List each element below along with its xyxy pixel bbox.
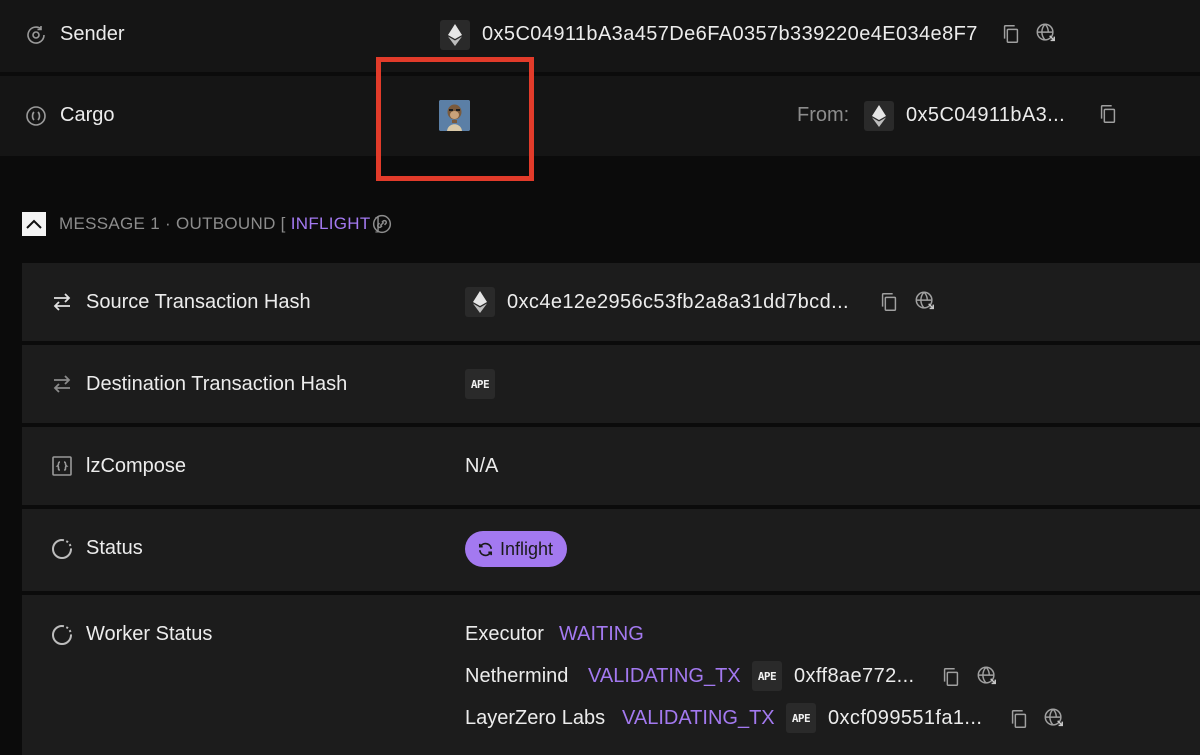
- copy-icon[interactable]: [1008, 708, 1030, 730]
- executor-name: Executor: [465, 623, 544, 645]
- explorer-globe-icon[interactable]: [1043, 707, 1065, 729]
- transfer-arrows-icon: [50, 290, 74, 314]
- cargo-icon: [24, 104, 48, 128]
- collapse-toggle-button[interactable]: [22, 212, 46, 236]
- worker-status-label: Worker Status: [86, 623, 213, 645]
- sender-label: Sender: [60, 23, 125, 45]
- copy-icon[interactable]: [1097, 103, 1119, 125]
- executor-state: WAITING: [559, 623, 644, 645]
- copy-icon[interactable]: [1000, 23, 1022, 45]
- lz-compose-value: N/A: [465, 455, 499, 477]
- lz-compose-label: lzCompose: [86, 455, 187, 477]
- loading-circle-icon: [50, 537, 74, 561]
- chevron-up-icon: [26, 219, 42, 229]
- layerzero-hash[interactable]: 0xcf099551fa1...: [828, 707, 982, 730]
- cargo-label: Cargo: [60, 104, 115, 126]
- highlight-box: [376, 57, 534, 181]
- brackets-icon: [50, 454, 74, 478]
- ape-chain-icon: APE: [752, 661, 782, 691]
- transfer-arrows-icon: [50, 372, 74, 396]
- message-status: INFLIGHT: [290, 214, 371, 233]
- message-prefix: MESSAGE 1 · OUTBOUND [: [59, 214, 286, 233]
- link-icon[interactable]: [372, 214, 392, 234]
- lz-compose-row: lzCompose N/A: [22, 427, 1200, 505]
- loading-circle-icon: [50, 623, 74, 647]
- status-label: Status: [86, 537, 143, 559]
- explorer-globe-icon[interactable]: [976, 665, 998, 687]
- source-tx-label: Source Transaction Hash: [86, 291, 311, 313]
- dest-tx-label: Destination Transaction Hash: [86, 373, 348, 395]
- copy-icon[interactable]: [878, 291, 900, 313]
- status-row: Status Inflight: [22, 509, 1200, 591]
- explorer-globe-icon[interactable]: [914, 290, 936, 312]
- source-tx-hash[interactable]: 0xc4e12e2956c53fb2a8a31dd7bcd...: [507, 291, 849, 314]
- sender-address[interactable]: 0x5C04911bA3a457De6FA0357b339220e4E034e8…: [482, 23, 978, 46]
- ape-chain-icon: APE: [465, 369, 495, 399]
- cargo-row: Cargo From: 0x5C04911bA3...: [0, 57, 1200, 181]
- nethermind-state: VALIDATING_TX: [588, 665, 741, 687]
- ape-chain-icon: APE: [786, 703, 816, 733]
- cargo-from-address[interactable]: 0x5C04911bA3...: [906, 104, 1065, 127]
- nethermind-hash[interactable]: 0xff8ae772...: [794, 665, 914, 688]
- ethereum-chain-icon: [864, 101, 894, 131]
- layerzero-state: VALIDATING_TX: [622, 707, 775, 729]
- refresh-icon: [478, 542, 493, 556]
- sender-icon: [24, 23, 48, 47]
- dest-tx-row: Destination Transaction Hash APE: [22, 345, 1200, 423]
- layerzero-name: LayerZero Labs: [465, 707, 606, 729]
- message-header: MESSAGE 1 · OUTBOUND [ INFLIGHT ]: [59, 214, 380, 234]
- ethereum-chain-icon: [440, 20, 470, 50]
- source-tx-row: Source Transaction Hash 0xc4e12e2956c53f…: [22, 263, 1200, 341]
- ethereum-chain-icon: [465, 287, 495, 317]
- cargo-from-label: From:: [797, 104, 850, 126]
- copy-icon[interactable]: [940, 666, 962, 688]
- sender-row: Sender 0x5C04911bA3a457De6FA0357b339220e…: [0, 0, 1200, 72]
- explorer-globe-icon[interactable]: [1035, 22, 1057, 44]
- status-badge-text: Inflight: [500, 538, 554, 559]
- nethermind-name: Nethermind: [465, 665, 569, 687]
- worker-status-row: Worker Status Executor WAITING Nethermin…: [22, 595, 1200, 755]
- status-badge: Inflight: [465, 531, 568, 567]
